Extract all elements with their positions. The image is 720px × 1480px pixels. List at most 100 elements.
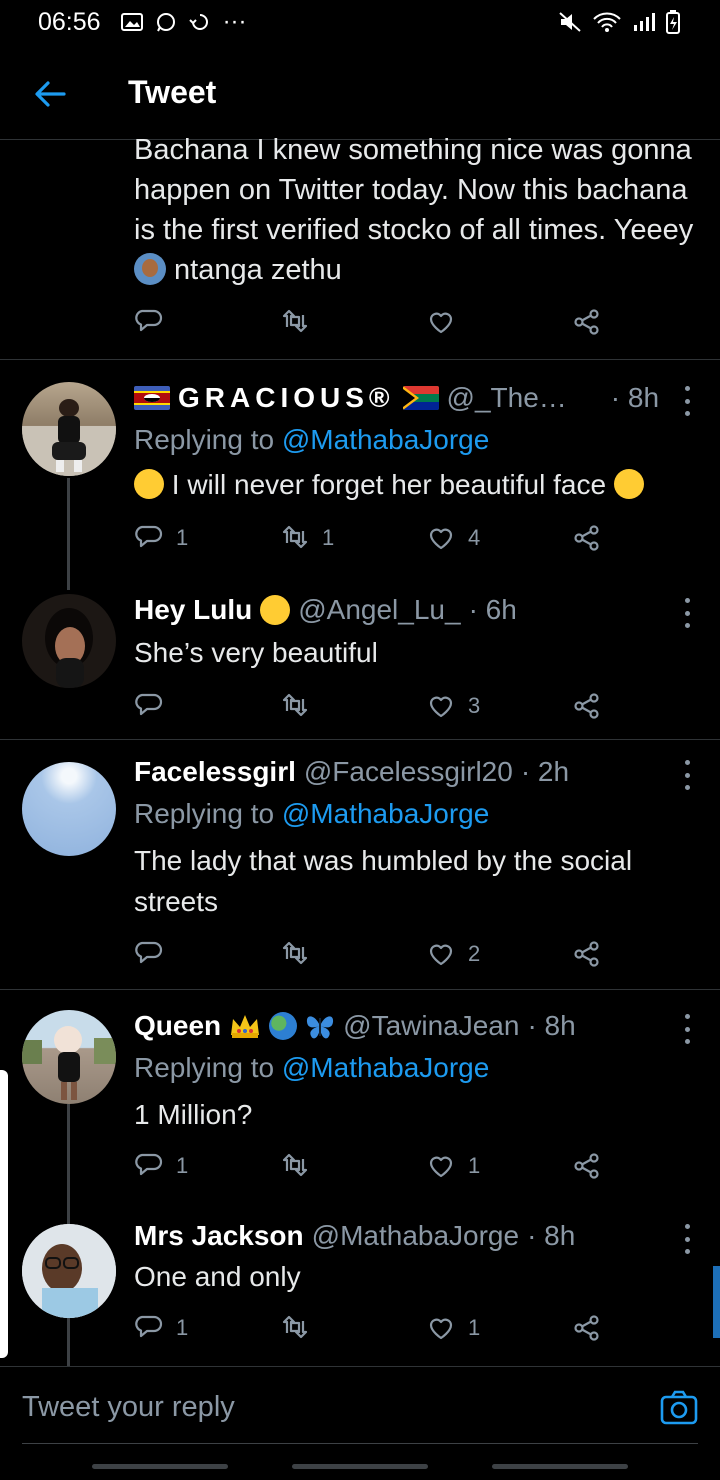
avatar[interactable] [22,594,116,688]
thread-line [67,1318,70,1366]
tweet-text: Bachana I knew something nice was gonna … [134,134,694,286]
like-button[interactable]: 1 [426,1151,572,1181]
clock: 06:56 [38,7,101,36]
reply-button[interactable]: 1 [134,1313,280,1343]
reply-actions: 1 1 [134,1148,614,1184]
retweet-button[interactable]: 1 [280,523,426,553]
wifi-icon [593,12,621,32]
avatar[interactable] [22,1224,116,1318]
reply-composer: Tweet your reply [0,1366,720,1444]
retweet-button[interactable] [280,691,426,721]
avatar[interactable] [22,1010,116,1104]
retweet-button[interactable] [280,1313,426,1343]
like-icon [429,1318,453,1340]
retweet-icon [282,693,308,717]
share-button[interactable] [572,307,602,337]
edge-panel-handle[interactable] [0,1070,8,1358]
retweet-icon [282,309,308,333]
sync-icon [188,14,208,30]
like-icon [429,696,453,718]
reply-hey-lulu[interactable]: Hey Lulu @Angel_Lu_ · 6h She’s very beau… [0,560,720,740]
reply-icon [135,525,163,548]
retweet-button[interactable] [280,307,426,337]
reply-icon [135,693,163,716]
share-icon [574,1153,599,1179]
share-button[interactable] [572,523,602,553]
reply-actions: 1 1 [134,1310,614,1346]
reply-button[interactable] [134,691,280,721]
retweet-icon [282,525,308,549]
share-button[interactable] [572,691,602,721]
reply-facelessgirl[interactable]: Facelessgirl @Facelessgirl20 · 2h Replyi… [0,740,720,990]
like-icon [429,944,453,966]
reply-icon [135,1153,163,1176]
globe-emoji [269,1012,298,1040]
share-icon [574,1315,599,1341]
reply-button[interactable] [134,307,280,337]
avatar[interactable] [22,762,116,856]
reply-actions: 3 [134,688,614,724]
retweet-icon [282,941,308,965]
like-icon [429,1156,453,1178]
retweet-icon [282,1315,308,1339]
crown-emoji [231,1015,260,1038]
more-icon[interactable] [682,1224,692,1254]
replying-to: Replying to @MathabaJorge [134,798,490,829]
reply-header: Mrs Jackson @MathabaJorge · 8h [134,1220,576,1251]
reply-header: Facelessgirl @Facelessgirl20 · 2h [134,756,570,787]
more-icon[interactable] [682,386,692,416]
reply-gracious[interactable]: GRACIOUS® @_The… · 8h Replying to @Matha… [0,360,720,590]
reply-icon [135,1315,163,1338]
share-icon [574,525,599,551]
share-button[interactable] [572,1313,602,1343]
retweet-button[interactable] [280,1151,426,1181]
nav-recent[interactable] [92,1464,228,1469]
more-icon[interactable] [682,760,692,790]
reply-mrs-jackson[interactable]: Mrs Jackson @MathabaJorge · 8h One and o… [0,1202,720,1366]
camera-icon[interactable] [660,1389,698,1427]
replying-to: Replying to @MathabaJorge [134,424,490,455]
nav-home[interactable] [292,1464,428,1469]
like-button[interactable] [426,307,572,337]
scrollbar[interactable] [713,1266,720,1338]
retweet-icon [282,1153,308,1177]
like-button[interactable]: 1 [426,1313,572,1343]
like-icon [429,312,453,334]
signal-icon [634,13,655,31]
reply-text: 1 Million? [134,1099,253,1130]
main-tweet[interactable]: Bachana I knew something nice was gonna … [0,134,720,360]
butterfly-emoji [307,1016,334,1039]
more-icon[interactable] [682,1014,692,1044]
share-button[interactable] [572,939,602,969]
page-title: Tweet [128,74,217,110]
like-button[interactable]: 3 [426,691,572,721]
status-bar: 06:56 ··· [0,0,720,44]
reply-icon [135,309,163,332]
retweet-button[interactable] [280,939,426,969]
whatsapp-icon [156,13,175,32]
reply-icon [135,941,163,964]
replying-to: Replying to @MathabaJorge [134,1052,490,1083]
share-button[interactable] [572,1151,602,1181]
avatar[interactable] [22,382,116,476]
south-africa-flag-emoji [402,386,439,410]
back-arrow-icon[interactable] [30,74,70,114]
more-icon[interactable] [682,598,692,628]
battery-icon [666,10,680,34]
like-button[interactable]: 4 [426,523,572,553]
reply-button[interactable]: 1 [134,523,280,553]
like-icon [429,528,453,550]
reply-queen[interactable]: Queen @TawinaJean · 8h Replying to @Math… [0,990,720,1224]
reply-button[interactable] [134,939,280,969]
reply-button[interactable]: 1 [134,1151,280,1181]
person-raising-hand-emoji [134,253,166,285]
tweet-actions [134,304,614,340]
reply-header: Hey Lulu @Angel_Lu_ · 6h [134,594,517,625]
nav-back[interactable] [492,1464,628,1469]
app-bar: Tweet [0,44,720,140]
more-notifications: ··· [222,8,247,35]
reply-header: GRACIOUS® @_The… · 8h [134,382,659,414]
like-button[interactable]: 2 [426,939,572,969]
reply-input[interactable]: Tweet your reply [22,1391,235,1424]
system-nav-bar [0,1444,720,1480]
